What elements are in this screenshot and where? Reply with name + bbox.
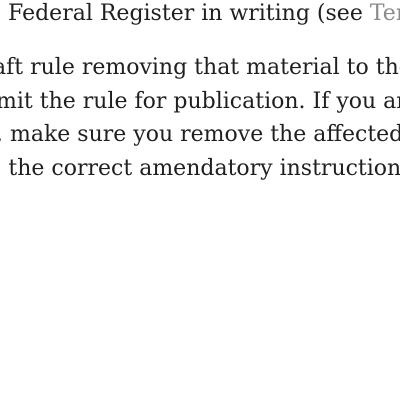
paragraph-line-4: , make sure you remove the affected (0, 122, 400, 147)
paragraph-line-1: e Federal Register in writing (see Ter (0, 1, 400, 27)
document-page: e Federal Register in writing (see Ter a… (0, 0, 400, 400)
terms-link[interactable]: Ter (370, 1, 400, 26)
paragraph-line-2: aft rule removing that material to the (0, 55, 400, 80)
paragraph-line-5: ; the correct amendatory instructions (0, 156, 400, 181)
paragraph-line-3: mit the rule for publication. If you ar (0, 89, 400, 114)
paragraph-line-1-text: e Federal Register in writing (see (0, 1, 370, 26)
